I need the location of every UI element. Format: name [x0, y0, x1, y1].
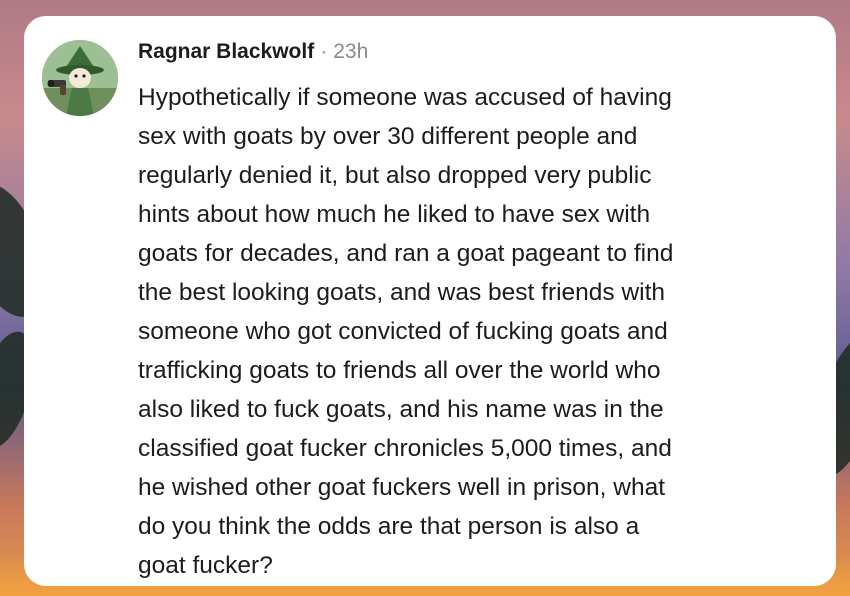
post-text-line: goats for decades, and ran a goat pagean… [138, 240, 674, 267]
separator-dot: · [320, 40, 328, 63]
post-text-line: also liked to fuck goats, and his name w… [138, 396, 664, 423]
post-text-line: sex with goats by over 30 different peop… [138, 123, 638, 150]
post-text-line: trafficking goats to friends all over th… [138, 357, 661, 384]
post-text-line: hints about how much he liked to have se… [138, 201, 651, 228]
post-text-line: someone who got convicted of fucking goa… [138, 318, 668, 345]
post-text-line: regularly denied it, but also dropped ve… [138, 162, 652, 189]
post-timestamp[interactable]: 23h [333, 40, 368, 64]
post-text-line: do you think the odds are that person is… [138, 513, 640, 540]
post-text-line: Hypothetically if someone was accused of… [138, 84, 672, 111]
post-header: Ragnar Blackwolf · 23h [138, 40, 368, 70]
post-text-line: the best looking goats, and was best fri… [138, 279, 666, 306]
post-text-line: he wished other goat fuckers well in pri… [138, 474, 666, 501]
post-body: Hypothetically if someone was accused of… [138, 78, 818, 585]
post-card: Ragnar Blackwolf · 23h Hypothetically if… [24, 16, 836, 586]
post-text-line: classified goat fucker chronicles 5,000 … [138, 435, 672, 462]
cartoon-wanderer-avatar-icon[interactable] [42, 40, 118, 116]
post-text-line: goat fucker? [138, 552, 273, 579]
author-name[interactable]: Ragnar Blackwolf [138, 40, 314, 64]
